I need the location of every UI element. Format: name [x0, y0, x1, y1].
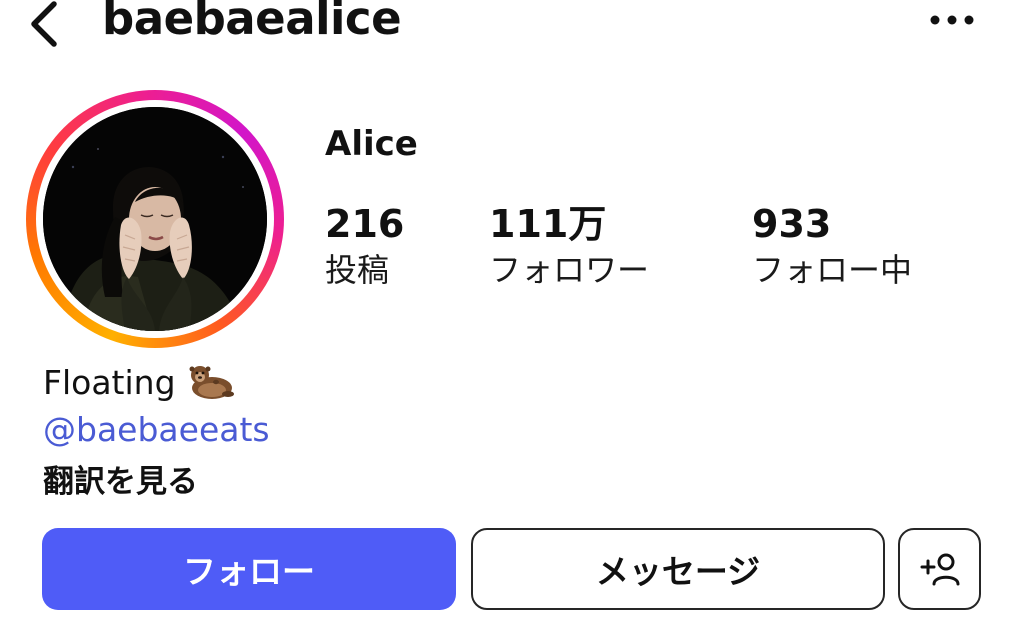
- follow-button-label: フォロー: [183, 552, 315, 591]
- profile-username: baebaealice: [102, 0, 402, 45]
- stat-following[interactable]: 933 フォロー中: [752, 200, 912, 292]
- otter-emoji-icon: [186, 362, 236, 402]
- stat-following-label: フォロー中: [752, 251, 913, 289]
- stat-posts[interactable]: 216 投稿: [325, 200, 404, 292]
- back-button[interactable]: [20, 0, 66, 50]
- stat-posts-label: 投稿: [325, 251, 390, 289]
- add-user-icon: [920, 553, 959, 586]
- bio-link[interactable]: @baebaeeats: [43, 410, 270, 449]
- bio-text-label: Floating: [43, 362, 176, 402]
- avatar: [43, 107, 267, 331]
- avatar-photo: [43, 107, 267, 331]
- message-button-label: メッセージ: [595, 552, 761, 591]
- more-horizontal-icon: [930, 15, 974, 25]
- follow-button[interactable]: フォロー: [42, 528, 456, 610]
- bio-text: Floating: [43, 362, 236, 402]
- stat-followers[interactable]: 111万 フォロワー: [489, 200, 649, 292]
- more-options-button[interactable]: [925, 2, 979, 38]
- stat-posts-count: 216: [325, 202, 405, 246]
- stat-following-count: 933: [752, 202, 832, 246]
- display-name: Alice: [325, 124, 418, 164]
- message-button[interactable]: メッセージ: [471, 528, 885, 610]
- see-translation-link[interactable]: 翻訳を見る: [43, 456, 198, 501]
- add-user-button[interactable]: [898, 528, 981, 610]
- chevron-left-icon: [31, 1, 57, 47]
- story-ring[interactable]: [26, 90, 284, 348]
- stat-followers-count: 111万: [489, 202, 607, 246]
- stat-followers-label: フォロワー: [489, 251, 650, 289]
